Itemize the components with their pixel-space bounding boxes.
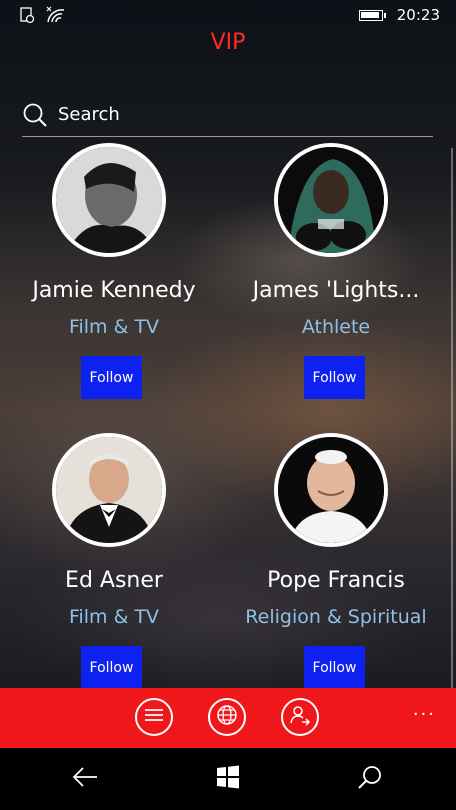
profile-category: Film & TV bbox=[68, 606, 160, 628]
follow-button[interactable]: Follow bbox=[304, 646, 365, 689]
status-time: 20:23 bbox=[396, 6, 440, 24]
battery-level bbox=[360, 11, 379, 18]
status-bar: 20:23 bbox=[0, 0, 456, 32]
menu-button[interactable] bbox=[135, 698, 173, 736]
page-title: VIP bbox=[210, 30, 246, 55]
user-share-button[interactable] bbox=[281, 698, 319, 736]
profile-name: James 'Lights... bbox=[252, 278, 420, 303]
search-label: Search bbox=[58, 104, 120, 125]
avatar-pope-francis bbox=[274, 433, 388, 547]
scrollbar[interactable] bbox=[451, 148, 453, 688]
profile-name: Ed Asner bbox=[65, 568, 163, 593]
system-nav-bar bbox=[0, 748, 456, 810]
profile-category: Athlete bbox=[301, 316, 371, 338]
windows-icon bbox=[215, 764, 241, 794]
search-icon bbox=[357, 764, 383, 794]
profile-name: Jamie Kennedy bbox=[32, 278, 196, 303]
avatar-james-lights bbox=[274, 143, 388, 257]
avatar-ed-asner bbox=[52, 433, 166, 547]
globe-button[interactable] bbox=[208, 698, 246, 736]
profile-category: Religion & Spiritual bbox=[245, 606, 427, 628]
follow-button[interactable]: Follow bbox=[81, 356, 142, 399]
follow-button[interactable]: Follow bbox=[304, 356, 365, 399]
app-bar: ··· bbox=[0, 688, 456, 748]
search-icon bbox=[22, 102, 48, 132]
back-icon bbox=[71, 765, 99, 793]
battery-icon bbox=[358, 9, 386, 21]
start-button[interactable] bbox=[211, 762, 245, 796]
profile-name: Pope Francis bbox=[267, 568, 405, 593]
more-options-button[interactable]: ··· bbox=[413, 704, 436, 725]
avatar-jamie-kennedy bbox=[52, 143, 166, 257]
search-input[interactable]: Search bbox=[22, 100, 433, 137]
search-nav-button[interactable] bbox=[353, 762, 387, 796]
follow-button[interactable]: Follow bbox=[81, 646, 142, 689]
globe-icon bbox=[216, 704, 238, 730]
back-button[interactable] bbox=[68, 762, 102, 796]
user-share-icon bbox=[289, 704, 311, 730]
profile-category: Film & TV bbox=[68, 316, 160, 338]
menu-icon bbox=[144, 707, 164, 727]
wifi-icon bbox=[46, 6, 66, 28]
notification-icon bbox=[18, 6, 36, 28]
